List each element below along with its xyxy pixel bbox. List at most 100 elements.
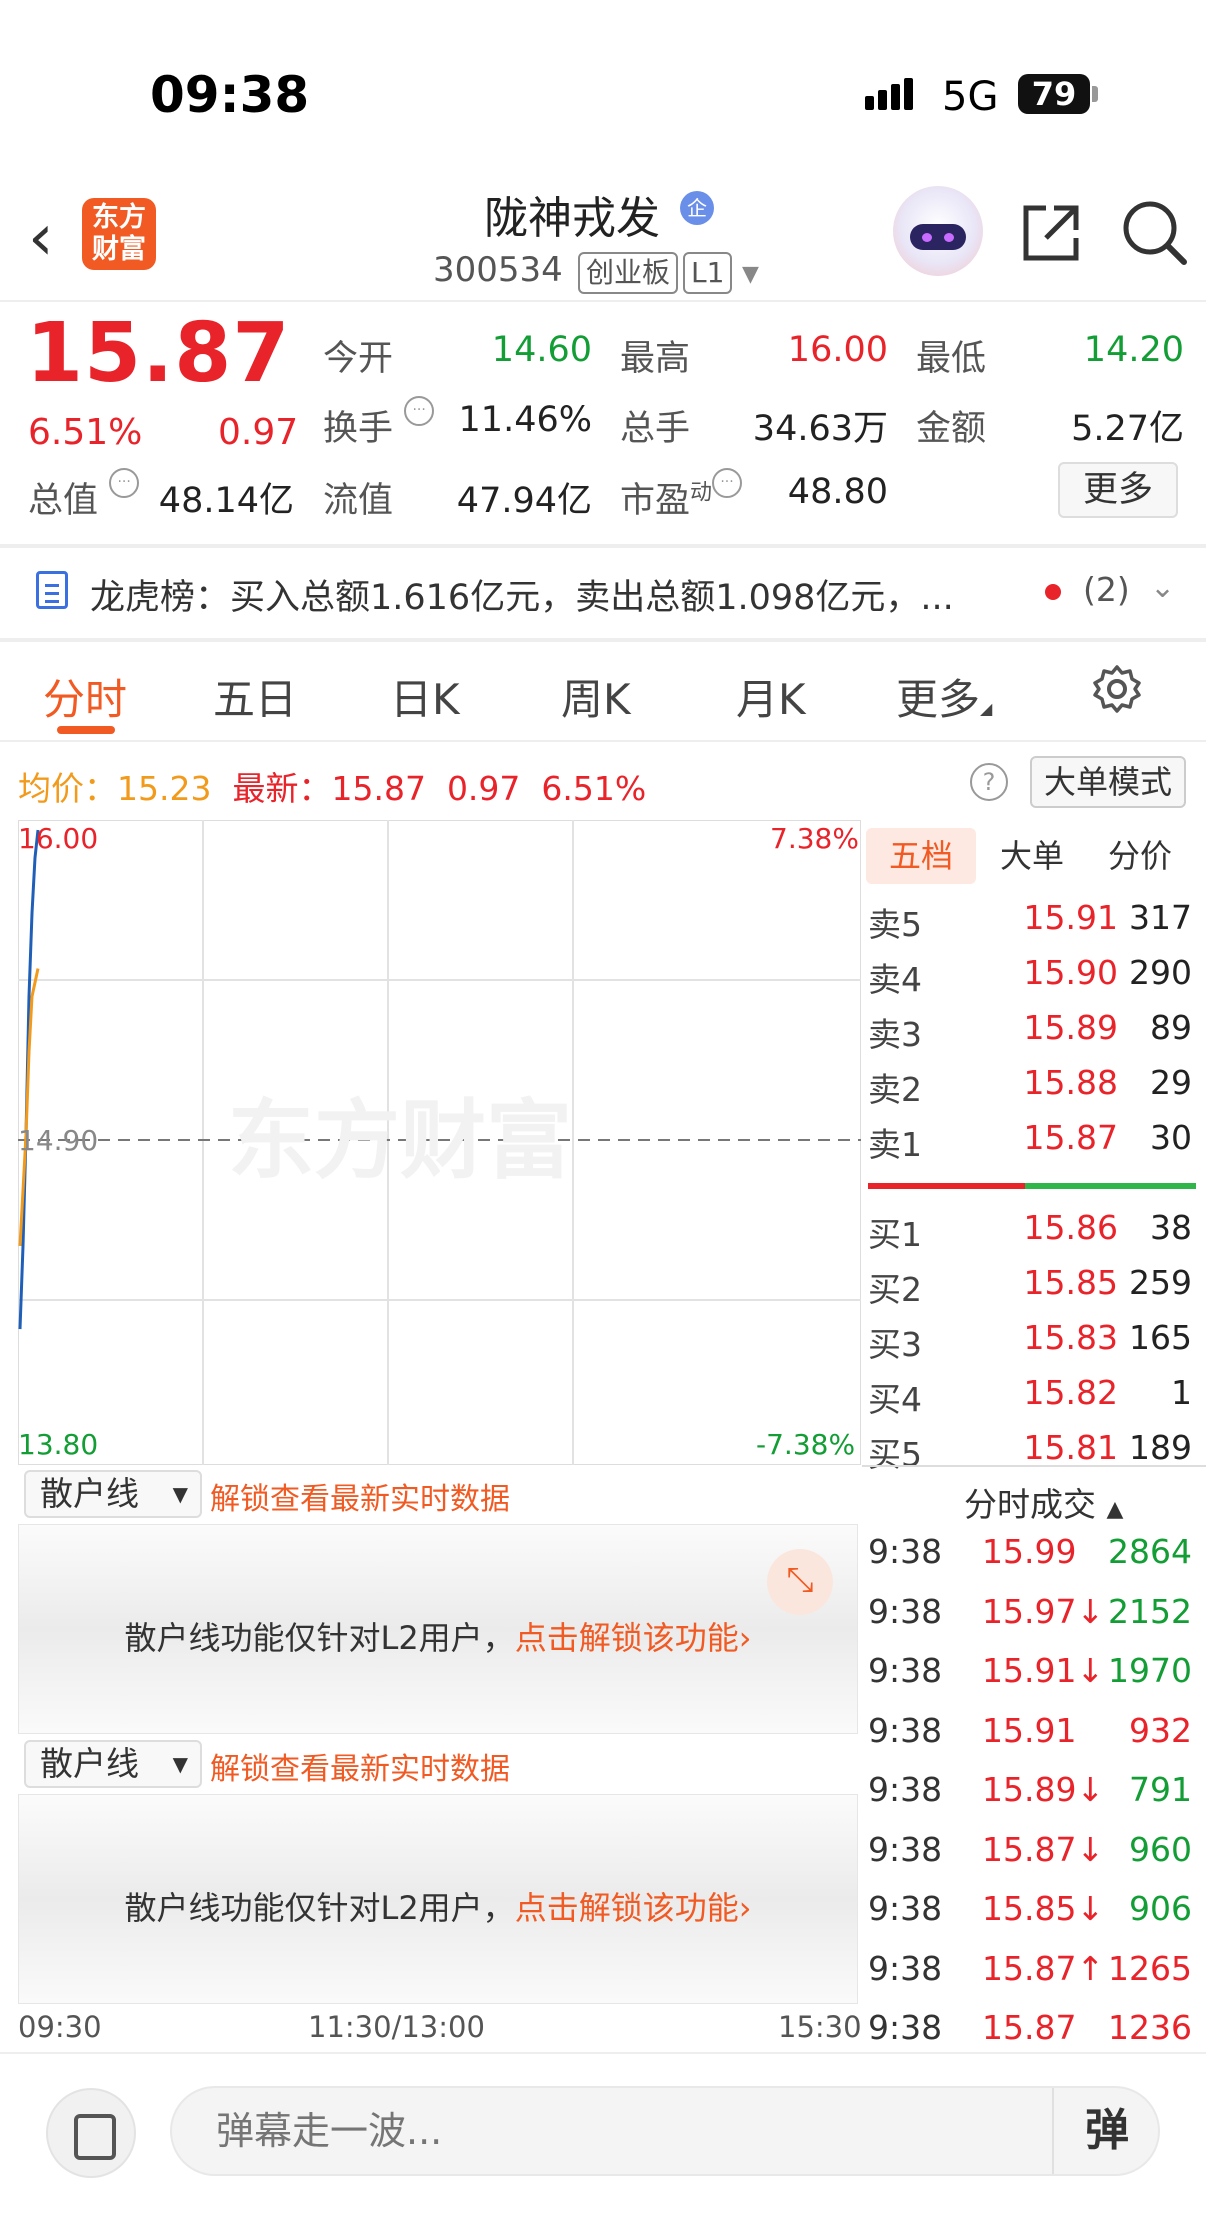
ask-label: 卖5: [868, 905, 922, 944]
robot-face-icon: [910, 224, 966, 250]
dragon-tiger-text[interactable]: 龙虎榜：买入总额1.616亿元，卖出总额1.098亿元，...: [90, 569, 954, 620]
ask-row[interactable]: 卖2 15.88 29: [868, 1063, 1198, 1117]
ask-volume: 290: [1129, 953, 1192, 992]
tab-daily-k[interactable]: 日K: [390, 666, 460, 727]
ask-row[interactable]: 卖1 15.87 30: [868, 1118, 1198, 1172]
bid-label: 买4: [868, 1380, 922, 1419]
retail-panel-message: 散户线功能仅针对L2用户，点击解锁该功能›: [124, 1889, 752, 1927]
level-tag: L1: [683, 252, 733, 294]
ask-volume: 30: [1150, 1118, 1192, 1157]
y-label-top: 16.00: [18, 822, 99, 855]
ask-row[interactable]: 卖5 15.91 317: [868, 898, 1198, 952]
change-percent: 6.51%: [28, 412, 143, 453]
bid-row[interactable]: 买1 15.86 38: [868, 1208, 1198, 1262]
watermark: 东方财富: [228, 1091, 572, 1191]
tick-time: 9:38: [868, 1889, 943, 1928]
tick-price: 15.91↓: [982, 1651, 1105, 1690]
indicator-select[interactable]: 散户线 ▼: [24, 1470, 202, 1518]
tab-more[interactable]: 更多◢: [896, 666, 992, 727]
chart-svg: 东方财富: [18, 820, 861, 1465]
volume-value: 34.63万: [752, 409, 888, 449]
float-value-label: 流值: [323, 481, 394, 521]
tabs-divider: [0, 740, 1206, 742]
unlock-link[interactable]: 解锁查看最新实时数据: [210, 1744, 510, 1788]
bid-row[interactable]: 买4 15.82 1: [868, 1373, 1198, 1427]
info-icon[interactable]: ···: [404, 396, 435, 426]
intraday-chart[interactable]: 东方财富 16.00 14.90 13.80 7.38% -7.38%: [18, 820, 861, 1465]
tab-five-levels[interactable]: 五档: [866, 828, 976, 884]
pct-label-top: 7.38%: [770, 822, 859, 855]
tick-volume: 960: [1129, 1829, 1192, 1869]
caret-down-icon[interactable]: ▼: [742, 262, 759, 287]
bid-row[interactable]: 买5 15.81 189: [868, 1428, 1198, 1482]
turnover-label: 换手 ···: [323, 396, 435, 451]
bid-price: 15.81: [1023, 1428, 1118, 1467]
tick-time: 9:38: [868, 1651, 943, 1690]
ask-price: 15.87: [1023, 1118, 1118, 1157]
ask-price: 15.91: [1023, 898, 1118, 937]
order-book-tabs: 五档 大单 分价: [864, 828, 1200, 884]
ask-label: 卖1: [868, 1125, 922, 1164]
note-icon[interactable]: [46, 2088, 136, 2178]
ask-row[interactable]: 卖3 15.89 89: [868, 1008, 1198, 1062]
bid-row[interactable]: 买3 15.83 165: [868, 1318, 1198, 1372]
unlock-feature-link[interactable]: 点击解锁该功能›: [515, 1619, 752, 1657]
danmaku-input[interactable]: [170, 2086, 1160, 2176]
ask-label: 卖4: [868, 960, 922, 999]
stock-name: 陇神戎发: [484, 193, 660, 244]
unlock-feature-link[interactable]: 点击解锁该功能›: [515, 1889, 752, 1927]
high-value: 16.00: [787, 330, 888, 370]
ask-row[interactable]: 卖4 15.90 290: [868, 953, 1198, 1007]
chevron-down-icon[interactable]: ⌄: [1150, 570, 1175, 605]
retail-panel-header: 散户线 ▼ 解锁查看最新实时数据: [18, 1466, 858, 1522]
tab-price-distribution[interactable]: 分价: [1090, 828, 1190, 884]
tab-five-day[interactable]: 五日: [213, 666, 297, 727]
search-icon[interactable]: [1120, 198, 1190, 268]
tab-big-orders[interactable]: 大单: [982, 828, 1082, 884]
gear-icon[interactable]: [1092, 664, 1142, 714]
ask-label: 卖3: [868, 1015, 922, 1054]
open-label: 今开: [323, 339, 394, 379]
tab-weekly-k[interactable]: 周K: [561, 666, 631, 727]
ask-volume: 317: [1129, 898, 1192, 937]
avg-price-line: 均价：15.23 最新：15.87 0.97 6.51%: [18, 769, 647, 808]
bid-volume: 1: [1171, 1373, 1192, 1412]
header-divider: [0, 300, 1206, 302]
low-label: 最低: [916, 339, 987, 379]
help-icon[interactable]: ?: [970, 763, 1008, 801]
bid-row[interactable]: 买2 15.85 259: [868, 1263, 1198, 1317]
tick-volume: 932: [1129, 1710, 1192, 1750]
volume-label: 总手: [620, 409, 691, 449]
more-quote-button[interactable]: 更多: [1058, 462, 1178, 518]
total-value-value: 48.14亿: [158, 481, 294, 521]
tab-monthly-k[interactable]: 月K: [736, 666, 806, 727]
tick-volume: 791: [1129, 1770, 1192, 1809]
ask-volume: 29: [1150, 1063, 1192, 1102]
indicator-select[interactable]: 散户线 ▼: [24, 1740, 202, 1788]
big-order-mode-button[interactable]: 大单模式: [1030, 756, 1186, 808]
time-label-midday: 11:30/13:00: [308, 2010, 485, 2044]
open-value: 14.60: [491, 330, 592, 370]
tick-time: 9:38: [868, 1710, 943, 1750]
bid-label: 买3: [868, 1325, 922, 1364]
banner-divider: [0, 638, 1206, 642]
expand-icon[interactable]: ⤡: [767, 1549, 833, 1615]
share-icon[interactable]: [1018, 200, 1084, 266]
bid-volume: 189: [1129, 1428, 1192, 1467]
unlock-link[interactable]: 解锁查看最新实时数据: [210, 1474, 510, 1518]
pe-label: 市盈动 ···: [620, 468, 743, 523]
ask-volume: 89: [1150, 1008, 1192, 1047]
ask-price: 15.89: [1023, 1008, 1118, 1047]
retail-panel-body: 散户线功能仅针对L2用户，点击解锁该功能› ⤡: [18, 1524, 858, 1734]
ticks-header[interactable]: 分时成交 ▲: [964, 1478, 1123, 1526]
back-chevron-icon[interactable]: ‹: [28, 206, 54, 270]
danmaku-toggle-button[interactable]: 弹: [1052, 2088, 1160, 2174]
time-label-close: 15:30: [778, 2010, 862, 2044]
tick-volume: 1265: [1108, 1948, 1192, 1988]
tick-price: 15.91: [982, 1710, 1077, 1750]
tab-intraday[interactable]: 分时: [43, 666, 127, 727]
high-label: 最高: [620, 339, 691, 379]
y-label-mid: 14.90: [18, 1124, 99, 1157]
y-label-bottom: 13.80: [18, 1428, 99, 1461]
tick-time: 9:38: [868, 2008, 943, 2047]
